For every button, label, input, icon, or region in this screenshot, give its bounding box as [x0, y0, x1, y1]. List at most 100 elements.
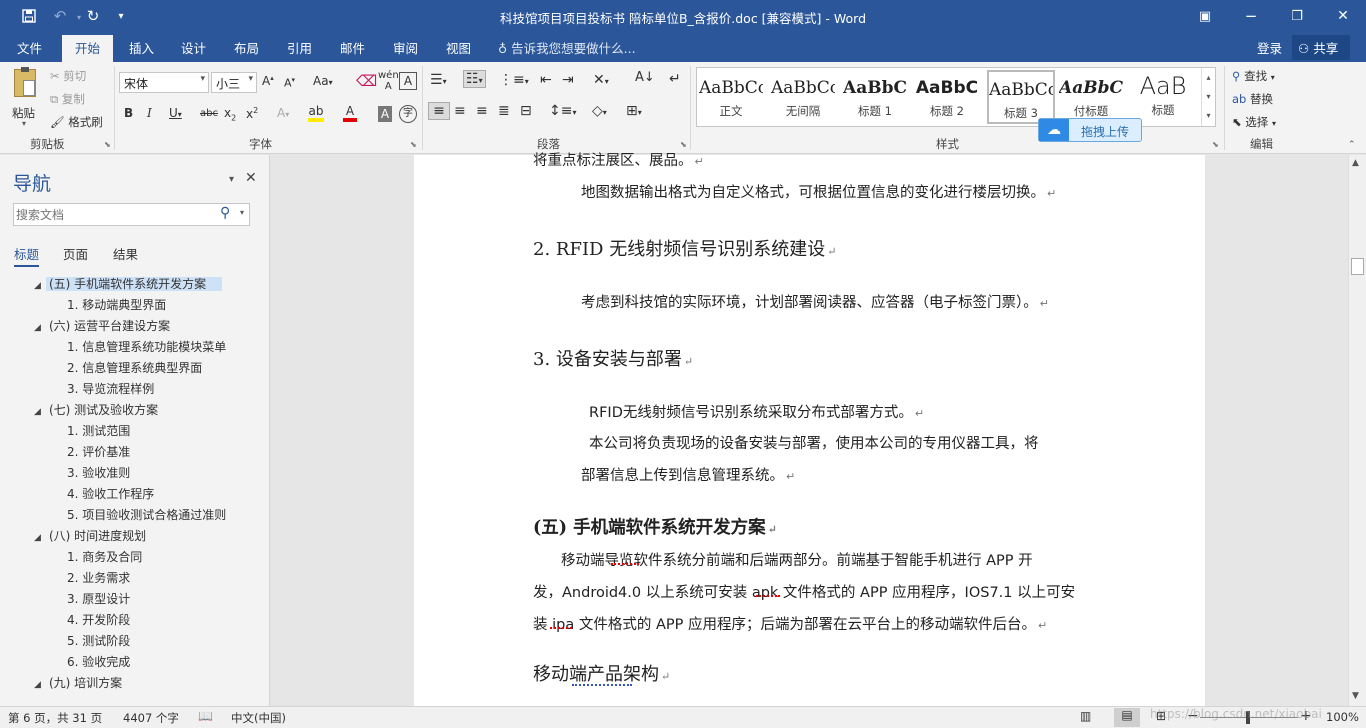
- clear-format-icon[interactable]: ⌫: [356, 72, 377, 90]
- vertical-scrollbar[interactable]: ▲ ▼: [1348, 155, 1366, 706]
- print-layout-icon[interactable]: ▤: [1114, 708, 1140, 727]
- nav-search-input[interactable]: ⚲ ▾: [13, 203, 250, 226]
- chinese-layout-icon[interactable]: ✕▾: [593, 72, 609, 88]
- shrink-font-icon[interactable]: A▾: [284, 76, 295, 90]
- nav-heading-item[interactable]: (九) 培训方案: [46, 676, 122, 690]
- format-painter-button[interactable]: 🖌 格式刷: [50, 114, 103, 130]
- scroll-thumb[interactable]: [1351, 258, 1364, 275]
- tab-home[interactable]: 开始: [62, 35, 114, 62]
- char-border-icon[interactable]: A: [399, 72, 417, 90]
- nav-heading-item[interactable]: (五) 手机端软件系统开发方案: [46, 277, 223, 291]
- share-button[interactable]: ⚇ 共享: [1292, 35, 1350, 60]
- nav-heading-item[interactable]: 3. 原型设计: [0, 589, 270, 610]
- underline-icon[interactable]: U▾: [169, 106, 182, 120]
- style-subtitle[interactable]: AaBbC 付标题: [1059, 70, 1123, 124]
- nav-options-icon[interactable]: ▾: [229, 174, 234, 185]
- superscript-icon[interactable]: x2: [246, 106, 258, 121]
- style-heading-3[interactable]: AaBbCc 标题 3: [987, 70, 1055, 124]
- font-size-combo[interactable]: 小三 ▾: [211, 72, 257, 93]
- bold-icon[interactable]: B: [124, 106, 133, 120]
- borders-icon[interactable]: ⊞▾: [626, 103, 642, 119]
- nav-heading-item[interactable]: (七) 测试及验收方案: [46, 403, 158, 417]
- page-count[interactable]: 第 6 页，共 31 页: [8, 710, 102, 726]
- upload-popup[interactable]: ☁ 拖拽上传: [1038, 118, 1142, 142]
- nav-tab-results[interactable]: 结果: [113, 244, 138, 263]
- nav-heading-item[interactable]: 1. 信息管理系统功能模块菜单: [0, 337, 270, 358]
- nav-heading-item[interactable]: 1. 测试范围: [0, 421, 270, 442]
- grow-font-icon[interactable]: A▴: [262, 74, 274, 88]
- nav-heading-item[interactable]: 1. 移动端典型界面: [0, 295, 270, 316]
- multilevel-list-icon[interactable]: ⋮≡▾: [499, 72, 529, 88]
- expand-arrow-icon[interactable]: ◢: [34, 675, 46, 696]
- scroll-down-icon[interactable]: ▼: [1352, 691, 1359, 701]
- language[interactable]: 中文(中国): [231, 710, 286, 726]
- expand-arrow-icon[interactable]: ◢: [34, 318, 46, 339]
- nav-heading-item[interactable]: (六) 运营平台建设方案: [46, 319, 170, 333]
- shading-icon[interactable]: ◇▾: [592, 103, 607, 119]
- italic-icon[interactable]: I: [147, 106, 152, 120]
- nav-heading-item[interactable]: 3. 验收准则: [0, 463, 270, 484]
- nav-tab-pages[interactable]: 页面: [63, 244, 88, 263]
- decrease-indent-icon[interactable]: ⇤: [540, 72, 552, 88]
- nav-heading-item[interactable]: 6. 验收完成: [0, 652, 270, 673]
- chevron-down-icon[interactable]: ▾: [240, 208, 244, 217]
- tab-file[interactable]: 文件: [17, 38, 42, 57]
- login-link[interactable]: 登录: [1257, 38, 1282, 57]
- nav-search-field[interactable]: [16, 206, 212, 223]
- sort-icon[interactable]: A↓: [635, 70, 655, 85]
- word-count[interactable]: 4407 个字: [123, 710, 179, 726]
- paragraph-launcher-icon[interactable]: ⬊: [680, 140, 687, 149]
- tab-design[interactable]: 设计: [181, 38, 206, 57]
- zoom-level[interactable]: 100%: [1326, 710, 1359, 724]
- proofing-icon[interactable]: 📖: [198, 709, 213, 723]
- font-color-icon[interactable]: A: [343, 104, 357, 122]
- font-name-combo[interactable]: 宋体 ▾: [119, 72, 209, 93]
- nav-heading-item[interactable]: 4. 验收工作程序: [0, 484, 270, 505]
- nav-heading-item[interactable]: (八) 时间进度规划: [46, 529, 146, 543]
- nav-close-icon[interactable]: ✕: [245, 170, 257, 186]
- nav-heading-item[interactable]: 4. 开发阶段: [0, 610, 270, 631]
- style-heading-2[interactable]: AaBbC 标题 2: [915, 70, 979, 124]
- minimize-icon[interactable]: −: [1238, 5, 1264, 27]
- tab-review[interactable]: 审阅: [393, 38, 418, 57]
- style-heading-1[interactable]: AaBbC 标题 1: [843, 70, 907, 124]
- phonetic-guide-icon[interactable]: wén A: [378, 70, 399, 92]
- increase-indent-icon[interactable]: ⇥: [562, 72, 574, 88]
- styles-launcher-icon[interactable]: ⬊: [1212, 140, 1219, 149]
- expand-arrow-icon[interactable]: ◢: [34, 528, 46, 549]
- find-button[interactable]: ⚲ 查找 ▾: [1232, 68, 1275, 84]
- tab-mailings[interactable]: 邮件: [340, 38, 365, 57]
- nav-heading-item[interactable]: 5. 测试阶段: [0, 631, 270, 652]
- nav-heading-item[interactable]: 2. 信息管理系统典型界面: [0, 358, 270, 379]
- style-normal[interactable]: AaBbCcI 正文: [699, 70, 763, 124]
- copy-button[interactable]: ⧉ 复制: [50, 91, 85, 107]
- nav-heading-item[interactable]: 1. 商务及合同: [0, 547, 270, 568]
- enclose-char-icon[interactable]: 字: [399, 105, 417, 123]
- text-effects-icon[interactable]: A▾: [277, 106, 289, 120]
- search-icon[interactable]: ⚲: [220, 205, 230, 221]
- align-left-icon[interactable]: ≡: [428, 102, 450, 120]
- tab-layout[interactable]: 布局: [234, 38, 259, 57]
- align-center-icon[interactable]: ≡: [454, 103, 466, 119]
- style-no-spacing[interactable]: AaBbCcI 无间隔: [771, 70, 835, 124]
- expand-arrow-icon[interactable]: ◢: [34, 276, 46, 297]
- read-mode-icon[interactable]: ▥: [1080, 709, 1091, 723]
- tab-insert[interactable]: 插入: [129, 38, 154, 57]
- show-marks-icon[interactable]: ↵: [669, 71, 681, 87]
- strikethrough-icon[interactable]: abc: [200, 108, 218, 119]
- distributed-icon[interactable]: ⊟: [520, 103, 532, 119]
- replace-button[interactable]: ab 替换: [1232, 91, 1273, 107]
- nav-heading-item[interactable]: 3. 导览流程样例: [0, 379, 270, 400]
- cut-button[interactable]: ✂ 剪切: [50, 68, 86, 84]
- ribbon-display-icon[interactable]: ▣: [1192, 5, 1218, 27]
- tell-me-box[interactable]: ♁ 告诉我您想要做什么...: [498, 38, 636, 57]
- numbering-icon[interactable]: ☷▾: [463, 70, 486, 88]
- close-icon[interactable]: ✕: [1330, 5, 1356, 27]
- style-title[interactable]: AaB 标题: [1131, 70, 1195, 124]
- nav-heading-item[interactable]: 2. 评价基准: [0, 442, 270, 463]
- line-spacing-icon[interactable]: ↕≡▾: [549, 103, 576, 119]
- highlight-icon[interactable]: ab: [308, 104, 324, 122]
- justify-icon[interactable]: ≣: [498, 103, 510, 119]
- styles-scroll[interactable]: ▴ ▾ ▾: [1201, 68, 1215, 126]
- document-page[interactable]: 将重点标注展区、展品。 ↵ 地图数据输出格式为自定义格式，可根据位置信息的变化进行…: [414, 153, 1205, 706]
